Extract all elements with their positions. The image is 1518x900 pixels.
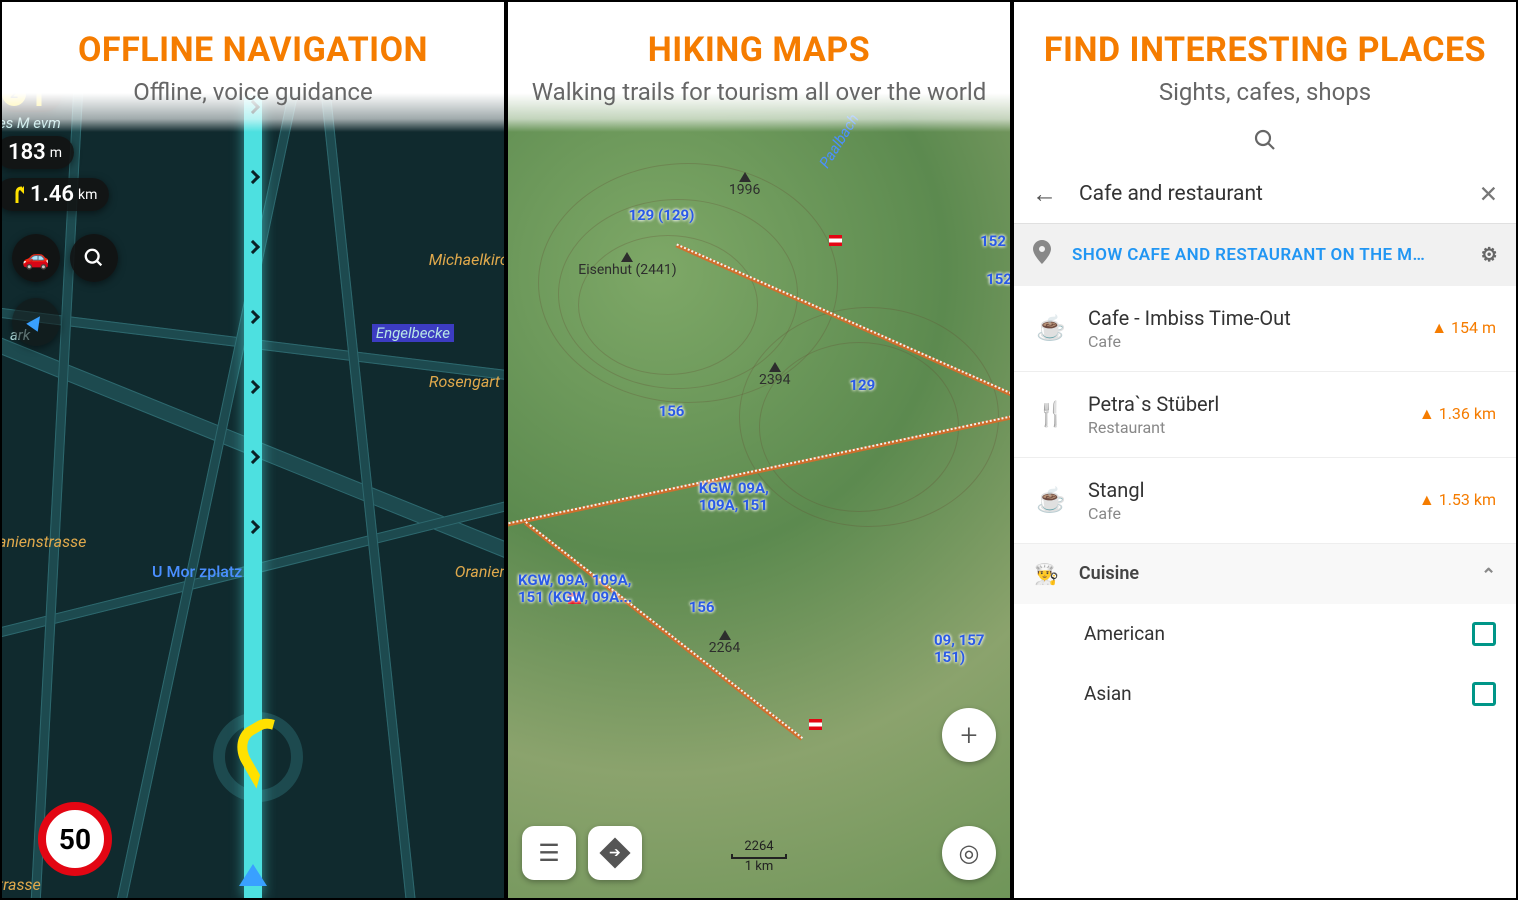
next-turn-pill[interactable]: 1.46 km — [2, 178, 109, 211]
title: OFFLINE NAVIGATION — [14, 30, 492, 71]
result-distance: ▲ 154 m — [1431, 318, 1496, 338]
result-name: Stangl — [1088, 478, 1399, 502]
chevron-up-icon: ⌄ — [1481, 563, 1496, 584]
panel-find-places: FIND INTERESTING PLACES Sights, cafes, s… — [1012, 0, 1518, 900]
cuisine-option[interactable]: Asian — [1014, 664, 1516, 724]
search-icon — [1253, 128, 1277, 152]
route-label: 156 — [689, 598, 715, 616]
result-row[interactable]: ☕ Stangl Cafe ▲ 1.53 km — [1014, 458, 1516, 544]
peak-1996: 1996 — [729, 172, 760, 198]
places-panel: ← Cafe and restaurant ✕ SHOW CAFE AND RE… — [1014, 114, 1516, 724]
back-icon[interactable]: ← — [1032, 180, 1057, 209]
poi-label: Engelbecke — [372, 324, 454, 342]
pin-icon — [1032, 240, 1052, 270]
street-label: anienstrasse — [2, 532, 86, 551]
route-label: 152 — [980, 232, 1006, 250]
fork-icon: 🍴 — [1034, 400, 1068, 428]
search-bar: ← Cafe and restaurant ✕ — [1014, 166, 1516, 224]
route-label: KGW, 09A, 109A, 151 — [699, 480, 809, 513]
header: HIKING MAPS Walking trails for tourism a… — [508, 2, 1010, 132]
checkbox[interactable] — [1472, 682, 1496, 706]
route-label: 156 — [659, 402, 685, 420]
turn-dist-unit: m — [50, 145, 62, 161]
subtitle: Sights, cafes, shops — [1026, 77, 1504, 108]
zoom-in-button[interactable]: + — [942, 708, 996, 762]
subtitle: Walking trails for tourism all over the … — [520, 77, 998, 108]
result-sub: Restaurant — [1088, 418, 1399, 437]
route-label: 129 — [849, 376, 875, 394]
result-sub: Cafe — [1088, 504, 1399, 523]
panel-offline-navigation: OFFLINE NAVIGATION Offline, voice guidan… — [0, 0, 506, 900]
chef-hat-icon: 👨‍🍳 — [1034, 562, 1059, 586]
peak-2264: 2264 — [709, 630, 740, 656]
cup-icon: ☕ — [1034, 314, 1068, 342]
result-distance: ▲ 1.36 km — [1419, 404, 1496, 424]
cuisine-header[interactable]: 👨‍🍳 Cuisine ⌄ — [1014, 544, 1516, 604]
speed-limit-sign: 50 — [38, 802, 112, 876]
header: OFFLINE NAVIGATION Offline, voice guidan… — [2, 2, 504, 132]
next-dist-val: 1.46 — [30, 182, 74, 207]
checkbox[interactable] — [1472, 622, 1496, 646]
hiking-map[interactable]: 🚶 Eisenhut (2441) 1996 2394 2264 129 (12… — [508, 2, 1010, 898]
compass-button[interactable] — [12, 298, 60, 346]
menu-button[interactable]: ☰ — [522, 826, 576, 880]
panel-hiking-maps: HIKING MAPS Walking trails for tourism a… — [506, 0, 1012, 900]
result-name: Petra`s Stüberl — [1088, 392, 1399, 416]
navigation-map[interactable]: anienstrasse trasse Oranien Rosengart Mi… — [2, 2, 504, 898]
result-name: Cafe - Imbiss Time-Out — [1088, 306, 1411, 330]
turn-dist-val: 183 — [8, 140, 46, 165]
cuisine-option[interactable]: American — [1014, 604, 1516, 664]
position-cursor — [239, 864, 267, 886]
route-label: 152 — [986, 270, 1012, 288]
next-dist-unit: km — [78, 187, 97, 203]
directions-button[interactable]: ➔ — [588, 826, 642, 880]
show-on-map-row[interactable]: SHOW CAFE AND RESTAURANT ON THE M… ⚙ — [1014, 224, 1516, 286]
filter-icon[interactable]: ⚙ — [1481, 243, 1498, 266]
peak-2394: 2394 — [759, 362, 790, 388]
search-button[interactable] — [70, 234, 118, 282]
result-distance: ▲ 1.53 km — [1419, 490, 1496, 510]
show-on-map-label: SHOW CAFE AND RESTAURANT ON THE M… — [1072, 245, 1461, 265]
route-label: 129 (129) — [628, 206, 694, 224]
title: HIKING MAPS — [520, 30, 998, 71]
route-label: KGW, 09A, 109A, 151 (KGW, 09A... — [518, 572, 638, 605]
cuisine-label: Cuisine — [1079, 563, 1139, 584]
metro-label: U Mor zplatz — [152, 562, 242, 581]
search-icon-row[interactable] — [1014, 114, 1516, 166]
peak-eisenhut: Eisenhut (2441) — [578, 252, 676, 278]
cuisine-option-label: American — [1084, 622, 1165, 645]
map-scale: 2264 1 km — [731, 839, 787, 874]
route-label: 09, 157 151) — [934, 632, 1004, 665]
title: FIND INTERESTING PLACES — [1026, 30, 1504, 71]
search-input[interactable]: Cafe and restaurant — [1079, 182, 1457, 206]
header: FIND INTERESTING PLACES Sights, cafes, s… — [1014, 2, 1516, 114]
result-row[interactable]: 🍴 Petra`s Stüberl Restaurant ▲ 1.36 km — [1014, 372, 1516, 458]
subtitle: Offline, voice guidance — [14, 77, 492, 108]
street-label: trasse — [2, 875, 41, 894]
clear-icon[interactable]: ✕ — [1479, 181, 1498, 208]
result-sub: Cafe — [1088, 332, 1411, 351]
drive-mode-button[interactable]: 🚗 — [12, 234, 60, 282]
cuisine-option-label: Asian — [1084, 682, 1132, 705]
locate-button[interactable]: ◎ — [942, 826, 996, 880]
turn-distance-pill[interactable]: 183 m — [2, 136, 74, 169]
street-label: Michaelkirc — [429, 250, 504, 269]
result-row[interactable]: ☕ Cafe - Imbiss Time-Out Cafe ▲ 154 m — [1014, 286, 1516, 372]
cup-icon: ☕ — [1034, 486, 1068, 514]
street-label: Rosengart — [429, 372, 500, 391]
street-label: Oranien — [455, 562, 504, 581]
